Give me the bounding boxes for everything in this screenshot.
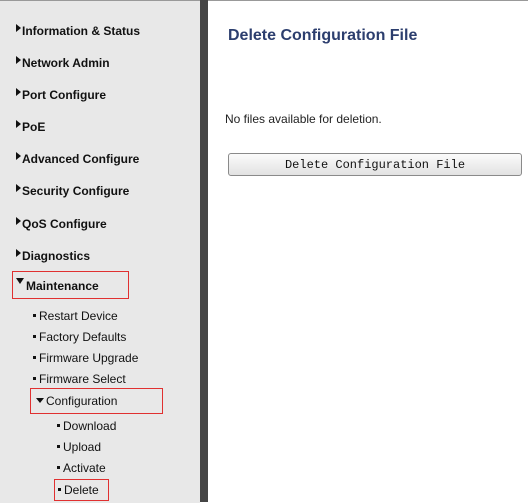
nav-security-configure[interactable]: Security Configure (16, 181, 129, 201)
bullet-icon (33, 335, 36, 339)
nav-firmware-select[interactable]: Firmware Select (33, 370, 126, 388)
nav-firmware-upgrade[interactable]: Firmware Upgrade (33, 349, 138, 367)
triangle-right-icon (16, 56, 21, 64)
nav-delete[interactable]: Delete (54, 479, 109, 501)
bullet-icon (33, 356, 36, 360)
sub-label: Firmware Upgrade (39, 351, 139, 365)
status-message: No files available for deletion. (225, 112, 382, 126)
nav-label: Network Admin (22, 56, 110, 70)
sub-label: Restart Device (39, 309, 118, 323)
nav-label: PoE (22, 120, 46, 134)
page-title: Delete Configuration File (228, 27, 418, 44)
nav-factory-defaults[interactable]: Factory Defaults (33, 328, 126, 346)
nav-download[interactable]: Download (57, 417, 116, 435)
nav-configuration[interactable]: Configuration (30, 388, 163, 414)
nav-label: Port Configure (22, 88, 106, 102)
nav-poe[interactable]: PoE (16, 117, 45, 137)
nav-maintenance[interactable]: Maintenance (12, 271, 129, 299)
nav-activate[interactable]: Activate (57, 459, 106, 477)
nav-label: Diagnostics (22, 249, 91, 263)
nav-label: Advanced Configure (22, 152, 140, 166)
triangle-down-icon (36, 398, 44, 404)
bullet-icon (33, 314, 36, 318)
sub-label: Configuration (46, 394, 118, 408)
triangle-down-icon (16, 278, 24, 284)
triangle-right-icon (16, 120, 21, 128)
sidebar: Information & Status Network Admin Port … (0, 0, 200, 503)
triangle-right-icon (16, 152, 21, 160)
sub-label: Activate (63, 461, 106, 475)
nav-label: Maintenance (26, 279, 99, 293)
nav-upload[interactable]: Upload (57, 438, 101, 456)
triangle-right-icon (16, 249, 21, 257)
nav-label: Security Configure (22, 184, 130, 198)
main-panel: Delete Configuration File No files avail… (208, 0, 528, 503)
nav-port-configure[interactable]: Port Configure (16, 85, 106, 105)
sub-label: Factory Defaults (39, 330, 127, 344)
sub-label: Delete (64, 483, 99, 497)
sub-label: Upload (63, 440, 102, 454)
triangle-right-icon (16, 88, 21, 96)
nav-label: Information & Status (22, 24, 141, 38)
nav-restart-device[interactable]: Restart Device (33, 307, 118, 325)
bullet-icon (57, 424, 60, 428)
nav-information-status[interactable]: Information & Status (16, 21, 140, 41)
bullet-icon (58, 488, 61, 492)
nav-label: QoS Configure (22, 217, 107, 231)
bullet-icon (33, 377, 36, 381)
triangle-right-icon (16, 24, 21, 32)
bullet-icon (57, 445, 60, 449)
nav-advanced-configure[interactable]: Advanced Configure (16, 149, 139, 169)
sub-label: Download (63, 419, 117, 433)
triangle-right-icon (16, 184, 21, 192)
nav-diagnostics[interactable]: Diagnostics (16, 246, 90, 266)
nav-qos-configure[interactable]: QoS Configure (16, 214, 107, 234)
nav-network-admin[interactable]: Network Admin (16, 53, 110, 73)
bullet-icon (57, 466, 60, 470)
frame-divider[interactable] (200, 0, 208, 502)
triangle-right-icon (16, 217, 21, 225)
delete-configuration-button[interactable]: Delete Configuration File (228, 153, 522, 176)
sub-label: Firmware Select (39, 372, 126, 386)
